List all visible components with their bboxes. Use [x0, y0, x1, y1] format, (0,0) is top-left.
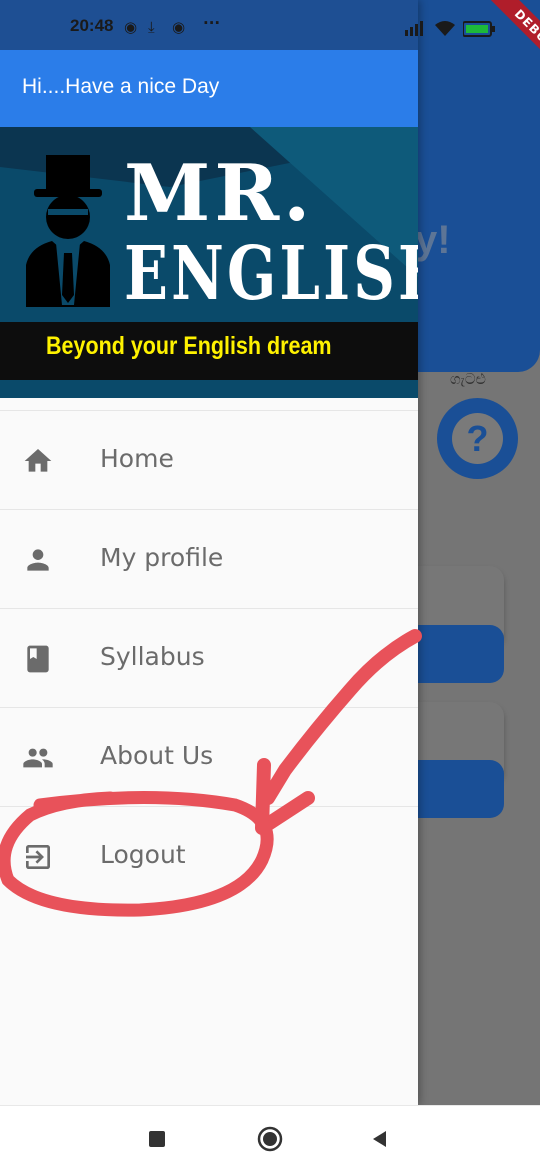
back-button[interactable]: [370, 1129, 390, 1149]
background-greeting: y!: [415, 218, 451, 262]
background-help-button: ?: [437, 398, 518, 479]
person-icon: [27, 549, 49, 571]
help-icon: ?: [452, 413, 503, 464]
drawer-item-label: Logout: [100, 840, 186, 869]
drawer-item-about-us[interactable]: About Us: [0, 707, 418, 806]
drawer-item-label: Syllabus: [100, 642, 205, 671]
notification-icon: ◉: [172, 18, 186, 36]
drawer-item-label: About Us: [100, 741, 214, 770]
status-time: 20:48: [70, 16, 114, 35]
recent-apps-button[interactable]: [148, 1130, 166, 1148]
notification-icon: ◉: [124, 18, 138, 36]
drawer-item-my-profile[interactable]: My profile: [0, 509, 418, 608]
book-icon: [27, 645, 49, 673]
brand-banner: MR. ENGLISH Beyond your English dream: [0, 127, 418, 398]
home-icon: [24, 449, 52, 472]
header-greeting: Hi....Have a nice Day: [22, 75, 220, 98]
wifi-icon: [435, 21, 455, 36]
battery-icon: [463, 21, 495, 37]
navigation-drawer: 20:48 ◉ ⤓ ◉ ··· Hi....Have a nice Day MR…: [0, 0, 418, 1105]
banner-title-line2: ENGLISH: [124, 231, 418, 317]
banner-tagline: Beyond your English dream: [46, 332, 332, 360]
drawer-item-syllabus[interactable]: Syllabus: [0, 608, 418, 707]
status-bar: 20:48 ◉ ⤓ ◉ ···: [0, 0, 418, 50]
background-help-label: ගැටළු: [450, 370, 486, 388]
logout-icon: [26, 845, 50, 869]
home-button[interactable]: [257, 1126, 283, 1152]
drawer-item-label: Home: [100, 444, 174, 473]
more-icon: ···: [203, 14, 221, 32]
banner-title-line1: MR.: [124, 148, 315, 239]
drawer-item-home[interactable]: Home: [0, 410, 418, 509]
people-icon: [23, 748, 53, 768]
drawer-item-logout[interactable]: Logout: [0, 806, 418, 905]
system-navigation-bar: [0, 1105, 540, 1171]
download-icon: ⤓: [148, 18, 155, 36]
drawer-item-label: My profile: [100, 543, 224, 572]
drawer-header: Hi....Have a nice Day: [0, 50, 418, 127]
mascot-logo-icon: [26, 155, 110, 307]
